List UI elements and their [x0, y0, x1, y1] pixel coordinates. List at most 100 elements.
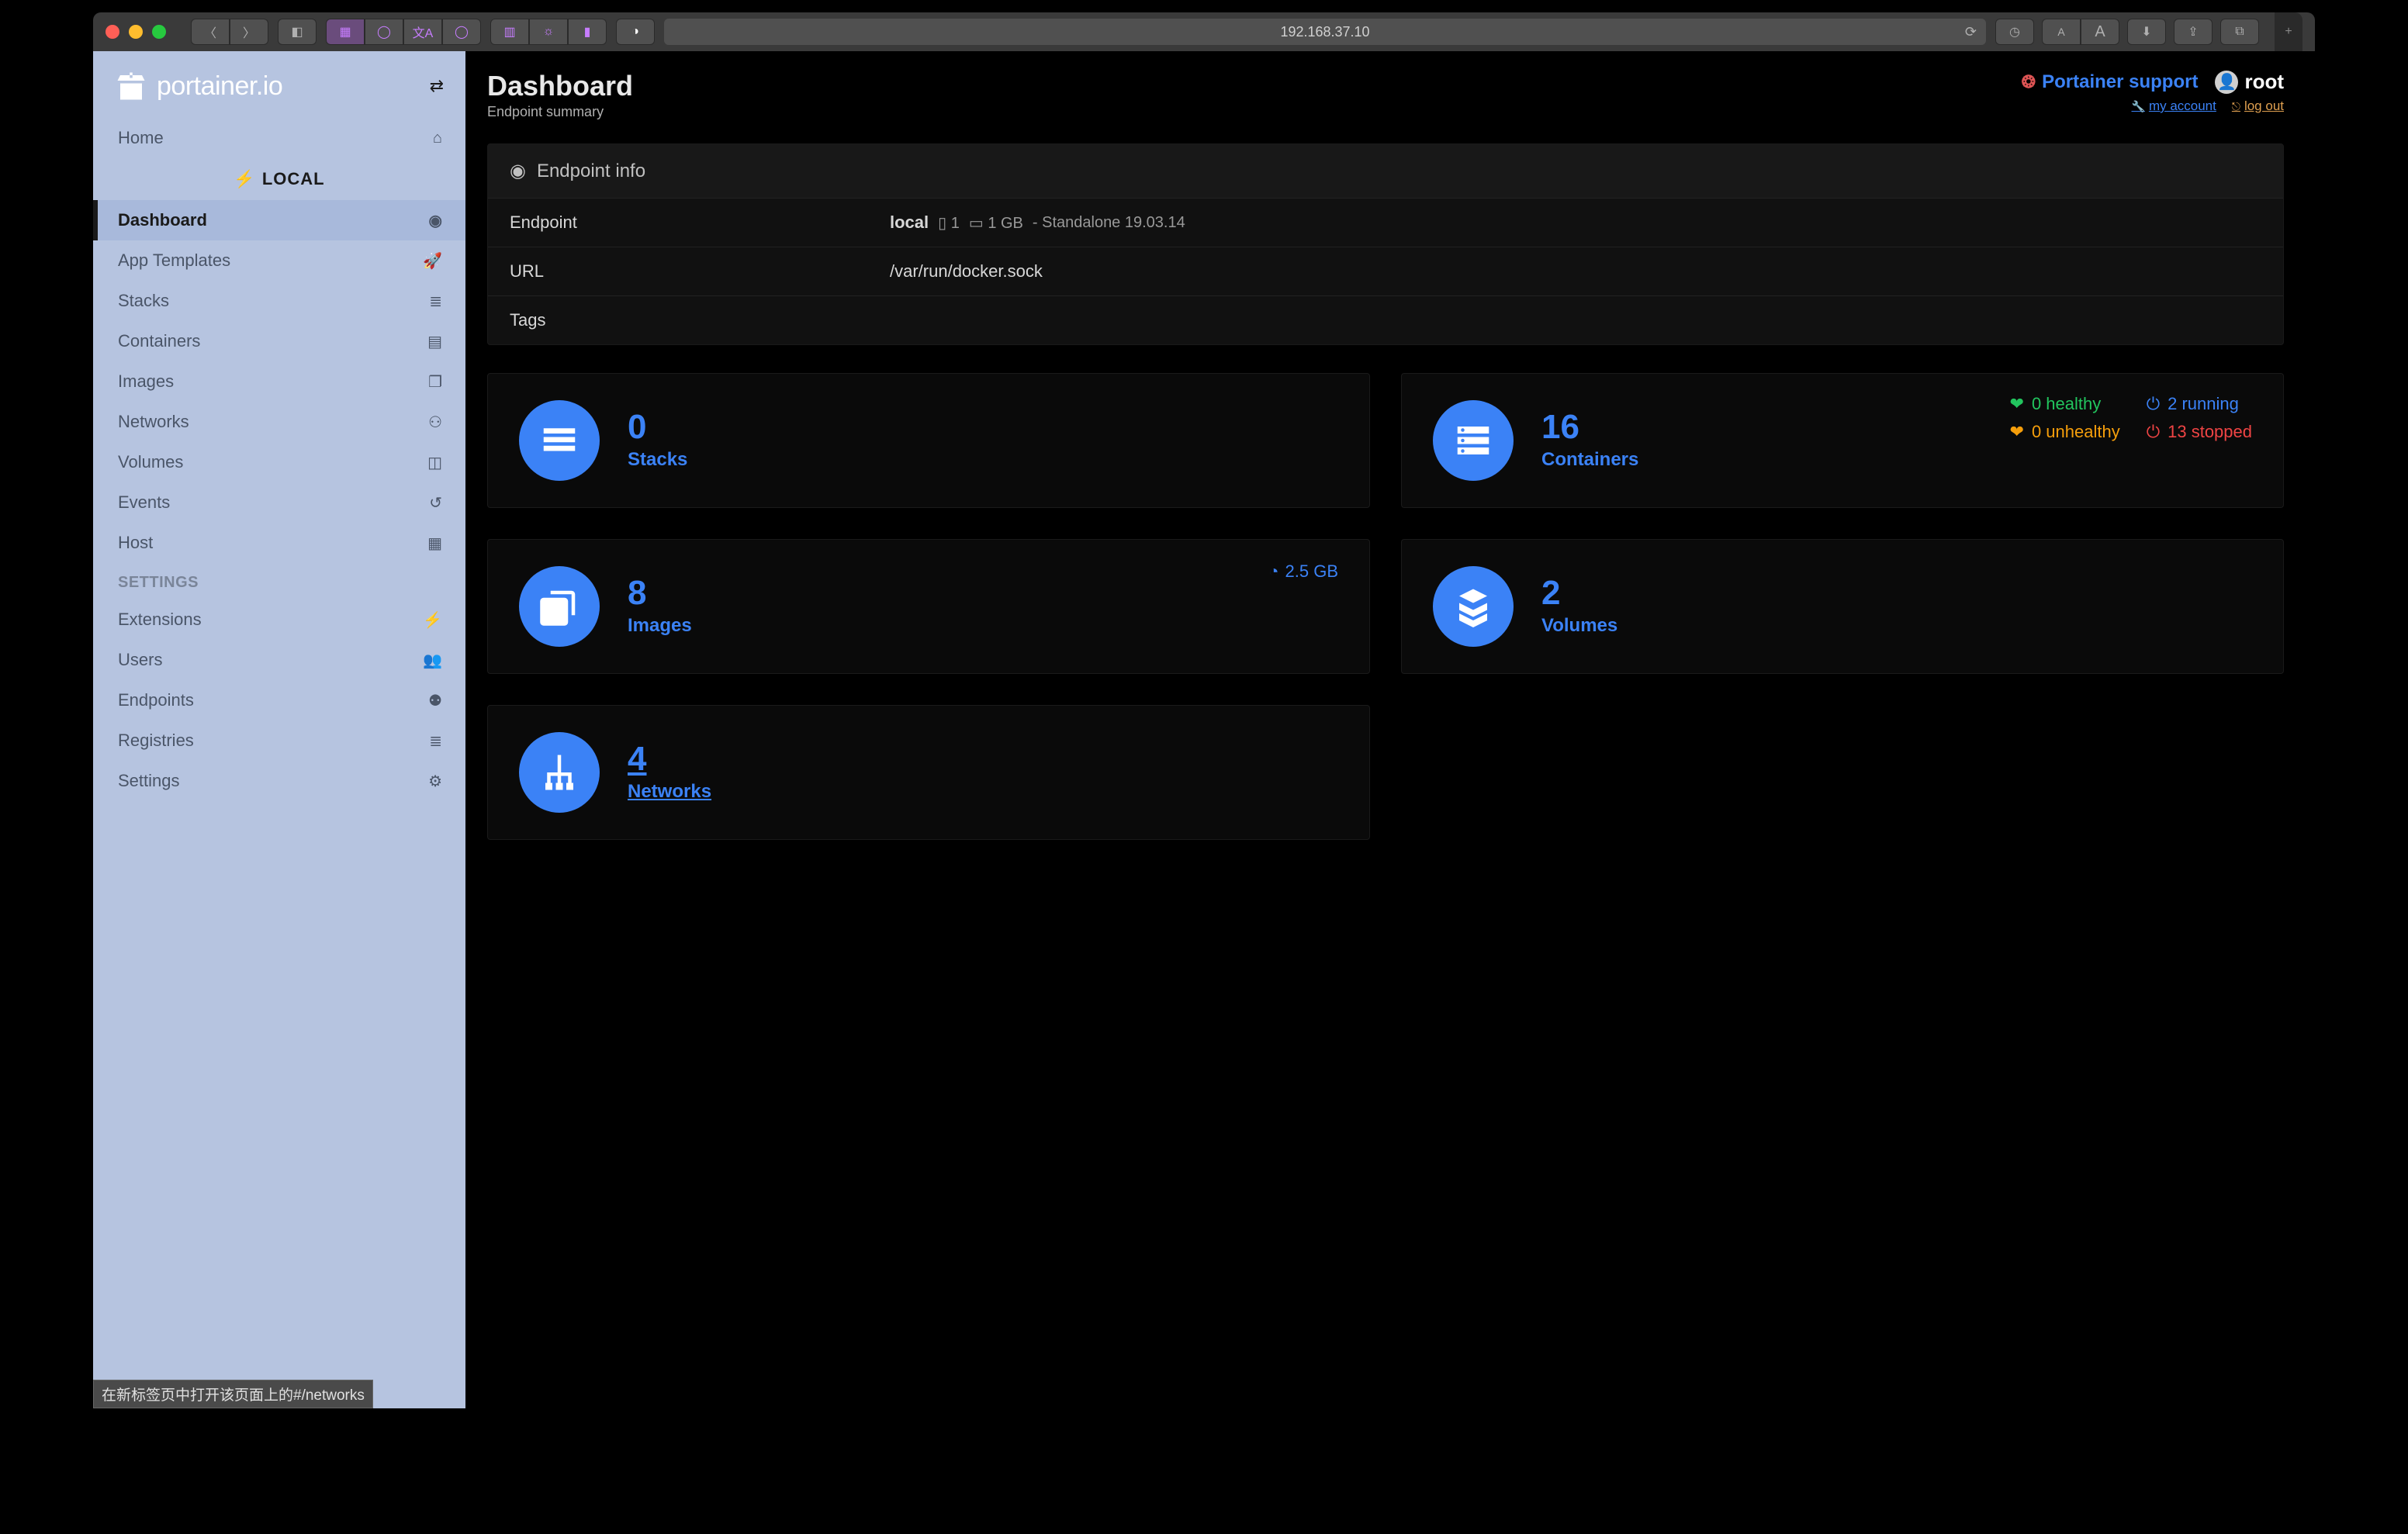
endpoint-info-panel: ◉ Endpoint info Endpoint local ▯ 1 ▭ 1 G… — [487, 143, 2284, 345]
ext-button-6[interactable]: ☼ — [529, 19, 568, 45]
ext-button-4[interactable]: ◯ — [442, 19, 481, 45]
sidebar-item-home[interactable]: Home ⌂ — [93, 118, 465, 158]
plug-icon: ⚉ — [428, 691, 442, 710]
sidebar-item-label: Networks — [118, 412, 189, 432]
sidebar-item-images[interactable]: Images ❐ — [93, 361, 465, 402]
window-controls — [106, 25, 166, 39]
containers-running: ⏻2 running — [2147, 394, 2252, 414]
images-label: Images — [628, 615, 692, 637]
sidebar-item-app-templates[interactable]: App Templates 🚀 — [93, 240, 465, 281]
history-button[interactable]: ◷ — [1995, 19, 2034, 45]
font-small-button[interactable]: A — [2042, 19, 2081, 45]
ext-button-1[interactable]: ▦ — [326, 19, 365, 45]
ext-button-5[interactable]: ▥ — [490, 19, 529, 45]
ext-button-2[interactable]: ◯ — [365, 19, 403, 45]
maximize-window-button[interactable] — [152, 25, 166, 39]
sidebar-item-containers[interactable]: Containers ▤ — [93, 321, 465, 361]
containers-unhealthy: ❤0 unhealthy — [2010, 422, 2120, 442]
user-chip[interactable]: 👤 root — [2215, 70, 2284, 94]
sidebar-item-settings[interactable]: Settings ⚙ — [93, 761, 465, 801]
address-text: 192.168.37.10 — [1280, 24, 1369, 40]
tile-images[interactable]: 8 Images ◔ 2.5 GB — [487, 539, 1370, 674]
sidebar-item-volumes[interactable]: Volumes ◫ — [93, 442, 465, 482]
containers-healthy: ❤0 healthy — [2010, 394, 2120, 414]
tabs-button[interactable]: ⧉ — [2220, 19, 2259, 45]
log-out-link[interactable]: ⎋ log out — [2232, 98, 2284, 114]
users-icon: 👥 — [423, 651, 442, 670]
networks-count: 4 — [628, 742, 711, 776]
volumes-icon — [1433, 566, 1514, 647]
sidebar: portainer.io ⇄ Home ⌂ ⚡ LOCAL Dashboard … — [93, 51, 465, 1408]
address-bar[interactable]: 192.168.37.10 ⟳ — [664, 19, 1986, 45]
close-window-button[interactable] — [106, 25, 119, 39]
main-content: Dashboard Endpoint summary ❂ Portainer s… — [465, 51, 2315, 1408]
browser-toolbar: 〈 〉 ◧ ▦ ◯ 文A ◯ ▥ ☼ ▮ ◑ 192.168.37.10 ⟳ ◷… — [93, 12, 2315, 51]
logo-text: portainer.io — [157, 71, 282, 102]
sidebar-item-networks[interactable]: Networks ⚇ — [93, 402, 465, 442]
sidebar-item-label: App Templates — [118, 250, 230, 271]
server-icon: ▤ — [427, 332, 442, 351]
images-count: 8 — [628, 576, 692, 610]
endpoint-name: local — [890, 212, 929, 233]
sidebar-item-label: Stacks — [118, 291, 169, 311]
networks-label: Networks — [628, 781, 711, 803]
containers-icon — [1433, 400, 1514, 481]
stacks-label: Stacks — [628, 449, 687, 471]
grid-icon: ▦ — [427, 534, 442, 553]
images-size: 2.5 GB — [1285, 561, 1338, 582]
sidebar-item-stacks[interactable]: Stacks ≣ — [93, 281, 465, 321]
rocket-icon: 🚀 — [423, 251, 442, 271]
my-account-link[interactable]: 🔧 my account — [2132, 98, 2216, 114]
memory-icon: ▭ — [969, 215, 984, 232]
tile-volumes[interactable]: 2 Volumes — [1401, 539, 2284, 674]
sidebar-item-label: Dashboard — [118, 210, 207, 230]
sidebar-collapse-icon[interactable]: ⇄ — [430, 76, 444, 96]
history-icon: ↺ — [429, 493, 442, 513]
new-tab-button[interactable]: + — [2275, 12, 2302, 51]
sidebar-item-host[interactable]: Host ▦ — [93, 523, 465, 563]
sidebar-item-registries[interactable]: Registries ≣ — [93, 720, 465, 761]
heartbeat-icon: ❤ — [2010, 422, 2024, 442]
sidebar-item-extensions[interactable]: Extensions ⚡ — [93, 599, 465, 640]
power-icon: ⏻ — [2147, 394, 2160, 414]
sidebar-item-events[interactable]: Events ↺ — [93, 482, 465, 523]
sidebar-item-label: Users — [118, 650, 162, 670]
shield-privacy-button[interactable]: ◑ — [616, 19, 655, 45]
sidebar-item-label: Endpoints — [118, 690, 194, 710]
panel-header: ◉ Endpoint info — [488, 144, 2283, 199]
font-large-button[interactable]: A — [2081, 19, 2119, 45]
tachometer-icon: ◉ — [510, 160, 526, 182]
nav-forward-button[interactable]: 〉 — [230, 19, 268, 45]
containers-stopped: ⏻13 stopped — [2147, 422, 2252, 442]
ext-button-7[interactable]: ▮ — [568, 19, 607, 45]
minimize-window-button[interactable] — [129, 25, 143, 39]
sidebar-endpoint-header[interactable]: ⚡ LOCAL — [93, 158, 465, 200]
ext-button-3[interactable]: 文A — [403, 19, 442, 45]
sidebar-item-dashboard[interactable]: Dashboard ◉ — [93, 200, 465, 240]
reload-icon[interactable]: ⟳ — [1965, 24, 1977, 40]
downloads-button[interactable]: ⬇ — [2127, 19, 2166, 45]
sidebar-item-label: Settings — [118, 771, 180, 791]
containers-count: 16 — [1541, 410, 1638, 444]
nav-back-button[interactable]: 〈 — [191, 19, 230, 45]
sidebar-item-label: Events — [118, 492, 170, 513]
dashboard-icon: ◉ — [429, 211, 442, 230]
stacks-icon — [519, 400, 600, 481]
portainer-support-link[interactable]: ❂ Portainer support — [2022, 71, 2199, 93]
logo[interactable]: portainer.io — [115, 70, 282, 102]
sidebar-toggle-button[interactable]: ◧ — [278, 19, 317, 45]
endpoint-row: Endpoint local ▯ 1 ▭ 1 GB - Standalone 1… — [488, 199, 2283, 247]
sidebar-item-label: Containers — [118, 331, 200, 351]
sidebar-item-label: Home — [118, 128, 164, 148]
tags-row: Tags — [488, 296, 2283, 344]
sidebar-item-endpoints[interactable]: Endpoints ⚉ — [93, 680, 465, 720]
containers-label: Containers — [1541, 449, 1638, 471]
bolt-icon: ⚡ — [423, 610, 442, 630]
list-icon: ≣ — [429, 292, 442, 311]
tile-stacks[interactable]: 0 Stacks — [487, 373, 1370, 508]
sidebar-item-users[interactable]: Users 👥 — [93, 640, 465, 680]
tile-networks[interactable]: 4 Networks — [487, 705, 1370, 840]
life-ring-icon: ❂ — [2022, 72, 2036, 92]
share-button[interactable]: ⇪ — [2174, 19, 2213, 45]
tile-containers[interactable]: 16 Containers ❤0 healthy ⏻2 running ❤0 u… — [1401, 373, 2284, 508]
